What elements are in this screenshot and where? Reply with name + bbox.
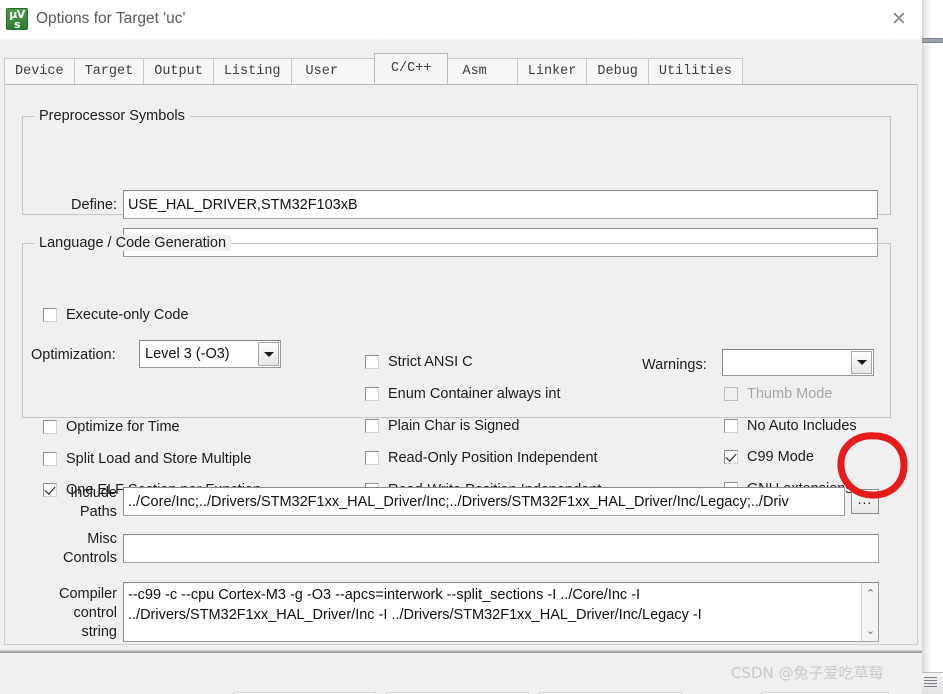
checkbox-label: Read-Only Position Independent <box>388 450 598 466</box>
tab-target[interactable]: Target <box>73 58 145 84</box>
checkbox-c99-mode[interactable]: C99 Mode <box>724 449 814 465</box>
tab-debug[interactable]: Debug <box>586 58 649 84</box>
tab-utilities[interactable]: Utilities <box>647 58 743 84</box>
tab-label: Utilities <box>658 64 732 79</box>
options-dialog-window: µV s Options for Target 'uc' ✕ Device Tar… <box>0 0 943 694</box>
tab-label: Asm <box>462 64 487 79</box>
checkbox-strict-ansi-c[interactable]: Strict ANSI C <box>365 354 473 370</box>
tab-label: C/C++ <box>390 61 432 76</box>
checkbox-box <box>365 451 379 465</box>
checkbox-box <box>365 419 379 433</box>
checkbox-optimize-for-time[interactable]: Optimize for Time <box>43 419 180 435</box>
checkbox-box <box>43 452 57 466</box>
compiler-string-scrollbar[interactable]: ⌃ ⌄ <box>861 583 878 641</box>
compiler-control-string-label-line3: string <box>81 624 117 640</box>
chevron-down-icon[interactable] <box>258 342 279 366</box>
compiler-control-string-label-line1: Compiler <box>58 586 117 602</box>
tab-device[interactable]: Device <box>4 58 75 84</box>
checkbox-label: Enum Container always int <box>388 386 561 402</box>
tab-label: Debug <box>597 64 638 79</box>
checkbox-label: Execute-only Code <box>66 307 189 323</box>
optimization-value: Level 3 (-O3) <box>145 346 230 362</box>
include-paths-browse-button[interactable]: ... <box>851 489 879 514</box>
tab-label: Output <box>154 64 203 79</box>
tab-asm[interactable]: Asm <box>447 58 518 84</box>
chevron-down-icon[interactable] <box>851 351 872 374</box>
checkbox-label: Strict ANSI C <box>388 354 473 370</box>
tab-output[interactable]: Output <box>143 58 214 84</box>
tab-label: Listing <box>223 64 281 79</box>
include-paths-label-line1: Include <box>70 485 117 501</box>
warnings-label: Warnings: <box>642 357 707 373</box>
checkbox-label: No Auto Includes <box>747 418 857 434</box>
include-paths-input[interactable]: ../Core/Inc;../Drivers/STM32F1xx_HAL_Dri… <box>123 487 845 516</box>
checkbox-label: C99 Mode <box>747 449 814 465</box>
compiler-control-string-line2: ../Drivers/STM32F1xx_HAL_Driver/Inc -I .… <box>128 607 702 623</box>
checkbox-read-only-position-independent[interactable]: Read-Only Position Independent <box>365 450 598 466</box>
tab-label: Device <box>15 64 64 79</box>
optimization-dropdown[interactable]: Level 3 (-O3) <box>139 340 281 368</box>
scrollbar-thumb[interactable] <box>922 38 943 43</box>
tab-label: User <box>305 64 338 79</box>
define-label: Define: <box>71 197 117 213</box>
checkbox-label: Thumb Mode <box>747 386 833 402</box>
compiler-control-string-textarea[interactable]: --c99 -c --cpu Cortex-M3 -g -O3 --apcs=i… <box>123 582 879 642</box>
checkbox-split-load-store-multiple[interactable]: Split Load and Store Multiple <box>43 451 251 467</box>
window-title: Options for Target 'uc' <box>36 10 186 27</box>
checkbox-box <box>365 355 379 369</box>
resize-grip[interactable] <box>922 672 943 694</box>
checkbox-box <box>724 450 738 464</box>
preprocessor-symbols-legend: Preprocessor Symbols <box>34 108 190 124</box>
compiler-control-string-label-line2: control <box>73 605 117 621</box>
scroll-down-icon[interactable]: ⌄ <box>862 622 878 639</box>
scroll-up-icon[interactable]: ⌃ <box>862 585 878 602</box>
misc-controls-label-line1: Misc <box>87 531 117 547</box>
dialog-body: Device Target Output Listing User C/C++ … <box>0 41 922 694</box>
define-input[interactable]: USE_HAL_DRIVER,STM32F103xB <box>123 190 878 219</box>
checkbox-execute-only-code[interactable]: Execute-only Code <box>43 307 189 323</box>
title-bar: µV s Options for Target 'uc' ✕ <box>0 0 922 38</box>
misc-controls-label-line2: Controls <box>63 550 117 566</box>
tab-linker[interactable]: Linker <box>516 58 588 84</box>
checkbox-box <box>724 387 738 401</box>
checkbox-no-auto-includes[interactable]: No Auto Includes <box>724 418 857 434</box>
checkbox-box <box>43 308 57 322</box>
close-icon[interactable]: ✕ <box>876 0 922 38</box>
outer-window-scrollbar[interactable] <box>922 0 943 694</box>
checkbox-box <box>724 419 738 433</box>
checkbox-enum-container-always-int[interactable]: Enum Container always int <box>365 386 560 402</box>
button-bar-separator <box>0 650 922 653</box>
c-cpp-tab-page: Preprocessor Symbols Define: USE_HAL_DRI… <box>4 84 918 645</box>
checkbox-plain-char-is-signed[interactable]: Plain Char is Signed <box>365 418 519 434</box>
tab-user[interactable]: User <box>290 58 375 84</box>
checkbox-box <box>43 420 57 434</box>
checkbox-label: Plain Char is Signed <box>388 418 520 434</box>
tab-label: Linker <box>527 64 577 79</box>
checkbox-thumb-mode: Thumb Mode <box>724 386 832 402</box>
checkbox-box <box>365 387 379 401</box>
tab-c-cpp[interactable]: C/C++ <box>373 53 449 84</box>
misc-controls-input[interactable] <box>123 534 879 563</box>
checkbox-label: Optimize for Time <box>66 419 180 435</box>
language-code-generation-legend: Language / Code Generation <box>34 235 232 251</box>
tab-listing[interactable]: Listing <box>212 58 292 84</box>
tab-bar: Device Target Output Listing User C/C++ … <box>4 53 743 84</box>
tab-label: Target <box>84 64 134 79</box>
warnings-dropdown[interactable] <box>722 349 874 376</box>
include-paths-label-line2: Paths <box>79 504 117 520</box>
checkbox-label: Split Load and Store Multiple <box>66 451 252 467</box>
compiler-control-string-line1: --c99 -c --cpu Cortex-M3 -g -O3 --apcs=i… <box>128 587 641 603</box>
uvision-icon: µV s <box>6 8 28 30</box>
optimization-label: Optimization: <box>31 347 116 363</box>
